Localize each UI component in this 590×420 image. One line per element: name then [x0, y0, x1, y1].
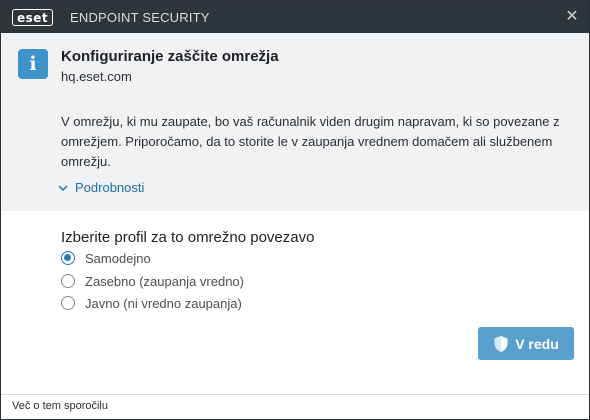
message-description: V omrežju, ki mu zaupate, bo vaš računal…: [61, 114, 560, 169]
app-title: ENDPOINT SECURITY: [70, 10, 210, 25]
message-title: Konfiguriranje zaščite omrežja: [61, 48, 279, 65]
dialog-window: eset ENDPOINT SECURITY ✕ i Konfiguriranj…: [0, 0, 590, 420]
details-toggle[interactable]: Podrobnosti: [57, 180, 144, 195]
close-button[interactable]: ✕: [562, 7, 582, 27]
ok-label: V redu: [515, 335, 559, 352]
radio-option-public[interactable]: Javno (ni vredno zaupanja): [61, 293, 242, 313]
eset-logo: eset: [12, 9, 54, 26]
radio-label: Zasebno (zaupanja vredno): [85, 273, 244, 289]
radio-label: Javno (ni vredno zaupanja): [85, 295, 242, 311]
radio-label: Samodejno: [85, 250, 151, 266]
ok-button[interactable]: V redu: [478, 327, 574, 360]
footer-divider: [1, 394, 589, 395]
radio-button[interactable]: [61, 296, 75, 310]
info-icon: i: [18, 49, 48, 79]
shield-icon: [494, 335, 508, 352]
radio-option-private[interactable]: Zasebno (zaupanja vredno): [61, 271, 244, 291]
profile-label: Izberite profil za to omrežno povezavo: [61, 229, 315, 246]
radio-button-checked[interactable]: [61, 251, 75, 265]
chevron-down-icon: [58, 184, 68, 191]
close-icon: ✕: [565, 8, 579, 25]
details-label: Podrobnosti: [75, 180, 145, 195]
title-bar[interactable]: eset ENDPOINT SECURITY ✕: [1, 1, 589, 33]
more-info-link[interactable]: Več o tem sporočilu: [12, 400, 108, 412]
radio-option-automatic[interactable]: Samodejno: [61, 248, 151, 268]
network-host: hq.eset.com: [61, 69, 132, 84]
logo-text: eset: [12, 9, 54, 26]
radio-button[interactable]: [61, 274, 75, 288]
